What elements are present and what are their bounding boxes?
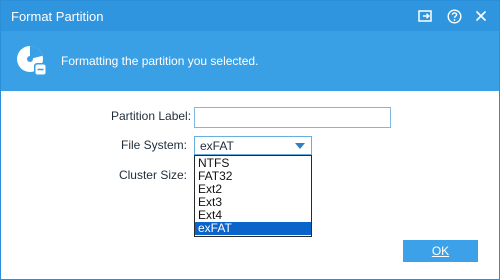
restore-window-icon[interactable] (415, 6, 435, 26)
ok-button[interactable]: OK (403, 240, 478, 262)
partition-label-input[interactable] (194, 107, 391, 128)
info-banner: Formatting the partition you selected. (1, 31, 499, 91)
file-system-label: File System: (120, 138, 187, 152)
file-system-selected-value: exFAT (200, 139, 234, 153)
partition-label-label: Partition Label: (111, 109, 192, 123)
chevron-down-icon (295, 143, 305, 149)
close-icon[interactable] (471, 6, 491, 26)
banner-message: Formatting the partition you selected. (61, 54, 259, 68)
help-icon[interactable] (444, 6, 464, 26)
cluster-size-label: Cluster Size: (118, 168, 187, 182)
file-system-select[interactable]: exFAT (194, 136, 312, 155)
disk-format-icon (15, 44, 49, 78)
file-system-dropdown: NTFS FAT32 Ext2 Ext3 Ext4 exFAT (194, 155, 312, 237)
dropdown-option-exfat[interactable]: exFAT (195, 222, 311, 235)
title-bar: Format Partition (1, 1, 499, 31)
window-title: Format Partition (11, 9, 104, 24)
format-partition-dialog: Format Partition Formatting the partitio… (0, 0, 500, 280)
ok-button-label: OK (431, 244, 450, 258)
